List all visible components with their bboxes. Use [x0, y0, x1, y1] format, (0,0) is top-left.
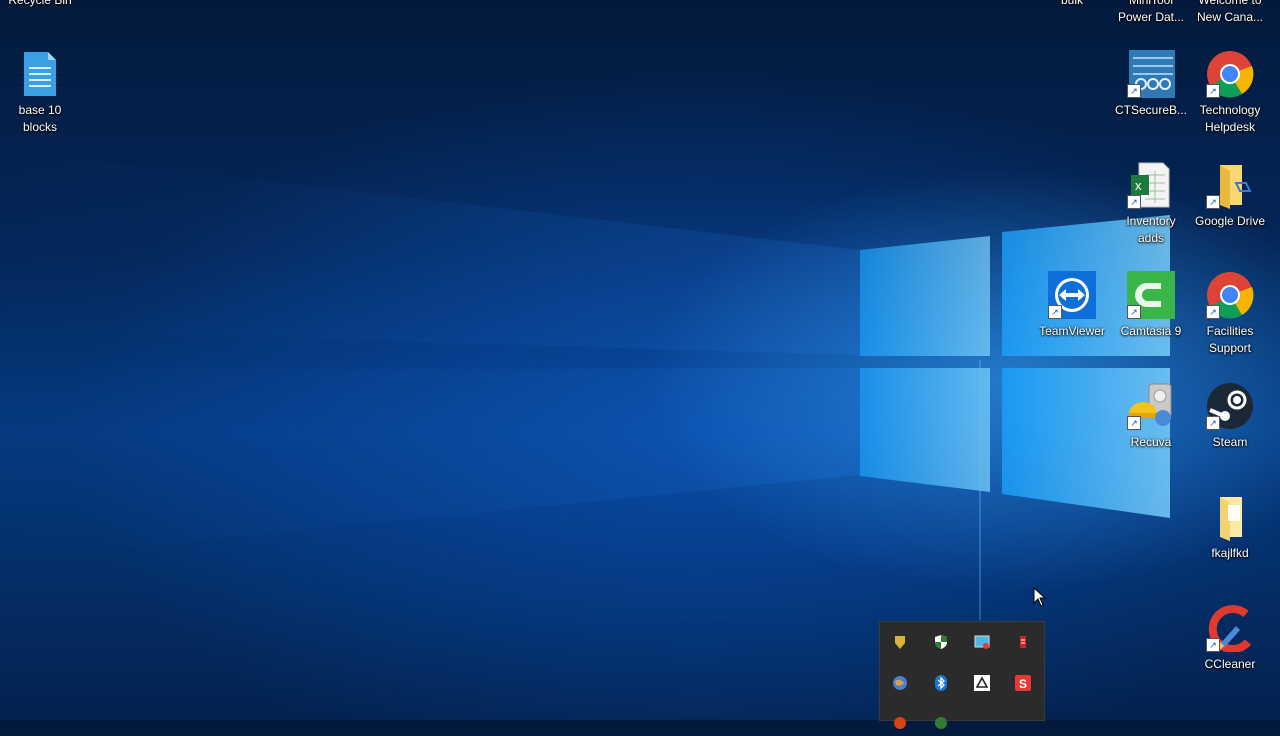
desktop-icon-label: Facilities Support [1206, 324, 1254, 355]
desktop-icon-label: Camtasia 9 [1120, 324, 1182, 338]
desktop-icon-teamviewer[interactable]: ↗ TeamViewer [1032, 271, 1112, 340]
shortcut-arrow-icon: ↗ [1206, 305, 1220, 319]
google-drive-tray-icon[interactable] [974, 675, 990, 691]
shortcut-arrow-icon: ↗ [1127, 416, 1141, 430]
desktop-icon-facilities-support[interactable]: ↗ Facilities Support [1190, 271, 1270, 357]
snagit-icon[interactable]: S [1015, 675, 1031, 691]
desktop-icon-technology-helpdesk[interactable]: ↗ Technology Helpdesk [1190, 50, 1270, 136]
desktop-icon-label: Google Drive [1194, 214, 1266, 228]
desktop-icon-welcome[interactable]: Welcome to New Cana... [1190, 0, 1270, 26]
wallpaper-logo [0, 150, 1170, 620]
excel-icon: x ↗ [1127, 161, 1175, 209]
shield-yellow-icon[interactable] [892, 634, 908, 650]
desktop-icon-label: fkajlfkd [1211, 546, 1249, 560]
shortcut-arrow-icon: ↗ [1048, 305, 1062, 319]
ccleaner-icon: ↗ [1206, 604, 1254, 653]
desktop-icon-google-drive[interactable]: ↗ Google Drive [1190, 161, 1270, 230]
desktop-icon-label: CCleaner [1204, 657, 1256, 671]
desktop-icon-steam[interactable]: ↗ Steam [1190, 382, 1270, 451]
desktop-icon-base-10-blocks[interactable]: base 10 blocks [0, 50, 80, 136]
desktop-icon-ctsecure[interactable]: ↗ CTSecureB... [1111, 50, 1191, 119]
desktop-icon-camtasia[interactable]: ↗ Camtasia 9 [1111, 271, 1191, 340]
desktop-icon-label: Recuva [1130, 435, 1172, 449]
desktop-icon-ccleaner[interactable]: ↗ CCleaner [1190, 604, 1270, 673]
desktop-icon-label: Technology Helpdesk [1199, 103, 1261, 134]
desktop-icon-recycle-bin[interactable]: Recycle Bin [0, 0, 80, 9]
shortcut-arrow-icon: ↗ [1127, 305, 1141, 319]
svg-text:S: S [1019, 677, 1027, 691]
teamviewer-icon: ↗ [1048, 271, 1096, 319]
desktop-icon-label: Inventory adds [1126, 214, 1176, 245]
shortcut-arrow-icon: ↗ [1127, 195, 1141, 209]
desktop-icon-inventory-adds[interactable]: x ↗ Inventory adds [1111, 161, 1191, 247]
camtasia-icon: ↗ [1127, 271, 1175, 319]
shortcut-arrow-icon: ↗ [1206, 195, 1220, 209]
desktop-icon-label: CTSecureB... [1114, 103, 1188, 117]
desktop-icon-label: MiniTool Power Dat... [1117, 0, 1185, 24]
shortcut-arrow-icon: ↗ [1206, 84, 1220, 98]
desktop-icon-label: Recycle Bin [8, 0, 72, 7]
desktop-icon-label: Steam [1212, 435, 1248, 449]
red-battery-icon[interactable] [1015, 634, 1031, 650]
desktop-icon-label: base 10 blocks [18, 103, 62, 134]
desktop-icon-recuva[interactable]: ↗ Recuva [1111, 382, 1191, 451]
recuva-icon: ↗ [1127, 382, 1175, 430]
desktop-icon-label: Welcome to New Cana... [1196, 0, 1264, 24]
shortcut-arrow-icon: ↗ [1206, 416, 1220, 430]
defender-shield-icon[interactable] [933, 634, 949, 650]
desktop-icon-minitool[interactable]: MiniTool Power Dat... [1111, 0, 1191, 26]
desktop-icon-label: bulk [1060, 0, 1083, 7]
steam-icon: ↗ [1206, 382, 1254, 430]
text-document-icon [16, 50, 64, 98]
desktop-icon-label: TeamViewer [1039, 324, 1105, 338]
green-circle-icon[interactable] [933, 715, 949, 731]
notification-tray-overflow: S [879, 621, 1045, 729]
desktop-icon-bulk[interactable]: bulk [1032, 0, 1112, 9]
folder-icon: ↗ [1206, 161, 1254, 209]
svg-text:x: x [1135, 178, 1142, 193]
shortcut-arrow-icon: ↗ [1127, 84, 1141, 98]
desktop-icon-fkajlfkd[interactable]: fkajlfkd [1190, 493, 1270, 562]
chrome-icon: ↗ [1206, 271, 1254, 319]
ctsecure-icon: ↗ [1127, 50, 1177, 98]
red-circle-icon[interactable] [892, 715, 908, 731]
bluetooth-icon[interactable] [933, 675, 949, 691]
folder-icon [1206, 493, 1254, 541]
network-monitor-icon[interactable] [974, 634, 990, 650]
globe-icon[interactable] [892, 675, 908, 691]
shortcut-arrow-icon: ↗ [1206, 638, 1220, 652]
chrome-icon: ↗ [1206, 50, 1254, 98]
